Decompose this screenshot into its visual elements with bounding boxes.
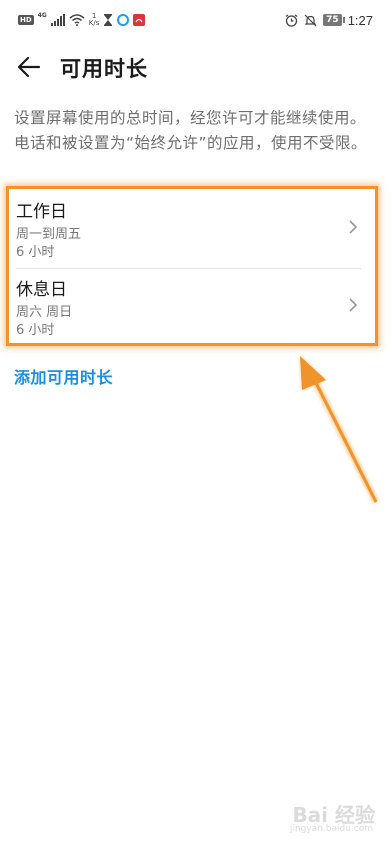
alarm-icon [285,13,298,27]
app-notification-red-icon [133,14,146,26]
status-bar: HD 4G 1 K/s 75 1:27 [0,0,391,40]
list-item-workday[interactable]: 工作日 周一到周五 6 小时 [9,189,375,267]
description-text: 设置屏幕使用的总时间，经您许可才能继续使用。电话和被设置为“始终允许”的应用，使… [14,109,368,152]
battery-indicator: 75 [323,14,345,26]
schedule-list: 工作日 周一到周五 6 小时 休息日 周六 周日 6 小时 [6,186,378,346]
app-header: 可用时长 [0,46,391,90]
signal-icon [50,14,65,26]
page-title: 可用时长 [60,57,148,81]
network-speed: 1 K/s [89,13,100,27]
item-days: 周六 周日 [16,305,73,320]
chevron-right-icon [349,298,358,312]
list-item-weekend[interactable]: 休息日 周六 周日 6 小时 [9,267,375,345]
back-arrow-icon[interactable] [16,54,42,80]
hourglass-icon [104,14,113,26]
wifi-icon [69,14,85,26]
network-type: 4G [37,11,47,19]
status-bar-left: HD 4G 1 K/s [18,10,146,30]
item-duration: 6 小时 [16,323,55,338]
add-time-link[interactable]: 添加可用时长 [14,364,113,388]
app-notification-icon [117,14,130,26]
item-days: 周一到周五 [16,227,82,242]
mute-notification-icon [304,14,317,26]
chevron-right-icon [349,220,358,234]
item-title: 工作日 [16,202,67,222]
watermark-url: jingyan.baidu.com [289,824,373,834]
speed-unit: K/s [88,19,100,27]
baidu-watermark: Bai 经验 jingyan.baidu.com [263,799,383,837]
hd-badge: HD [18,15,34,25]
item-title: 休息日 [16,280,67,300]
status-time: 1:27 [347,12,373,28]
item-duration: 6 小时 [16,245,55,260]
status-bar-right: 75 1:27 [285,10,373,30]
